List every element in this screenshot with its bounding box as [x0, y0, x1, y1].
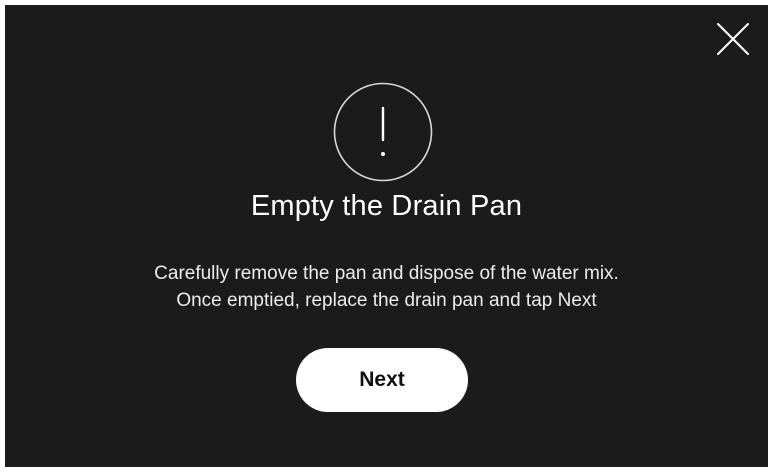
close-icon — [717, 23, 749, 55]
next-button[interactable]: Next — [296, 348, 468, 412]
dialog-title: Empty the Drain Pan — [250, 190, 523, 222]
screen: Empty the Drain Pan Carefully remove the… — [0, 0, 773, 472]
empty-drain-pan-dialog: Empty the Drain Pan Carefully remove the… — [5, 5, 768, 467]
exclamation-icon — [333, 82, 433, 182]
dialog-message: Carefully remove the pan and dispose of … — [5, 260, 768, 314]
alert-circle — [333, 82, 433, 182]
message-line-1: Carefully remove the pan and dispose of … — [154, 263, 619, 284]
message-line-2: Once emptied, replace the drain pan and … — [176, 290, 597, 311]
close-button[interactable] — [715, 21, 751, 57]
